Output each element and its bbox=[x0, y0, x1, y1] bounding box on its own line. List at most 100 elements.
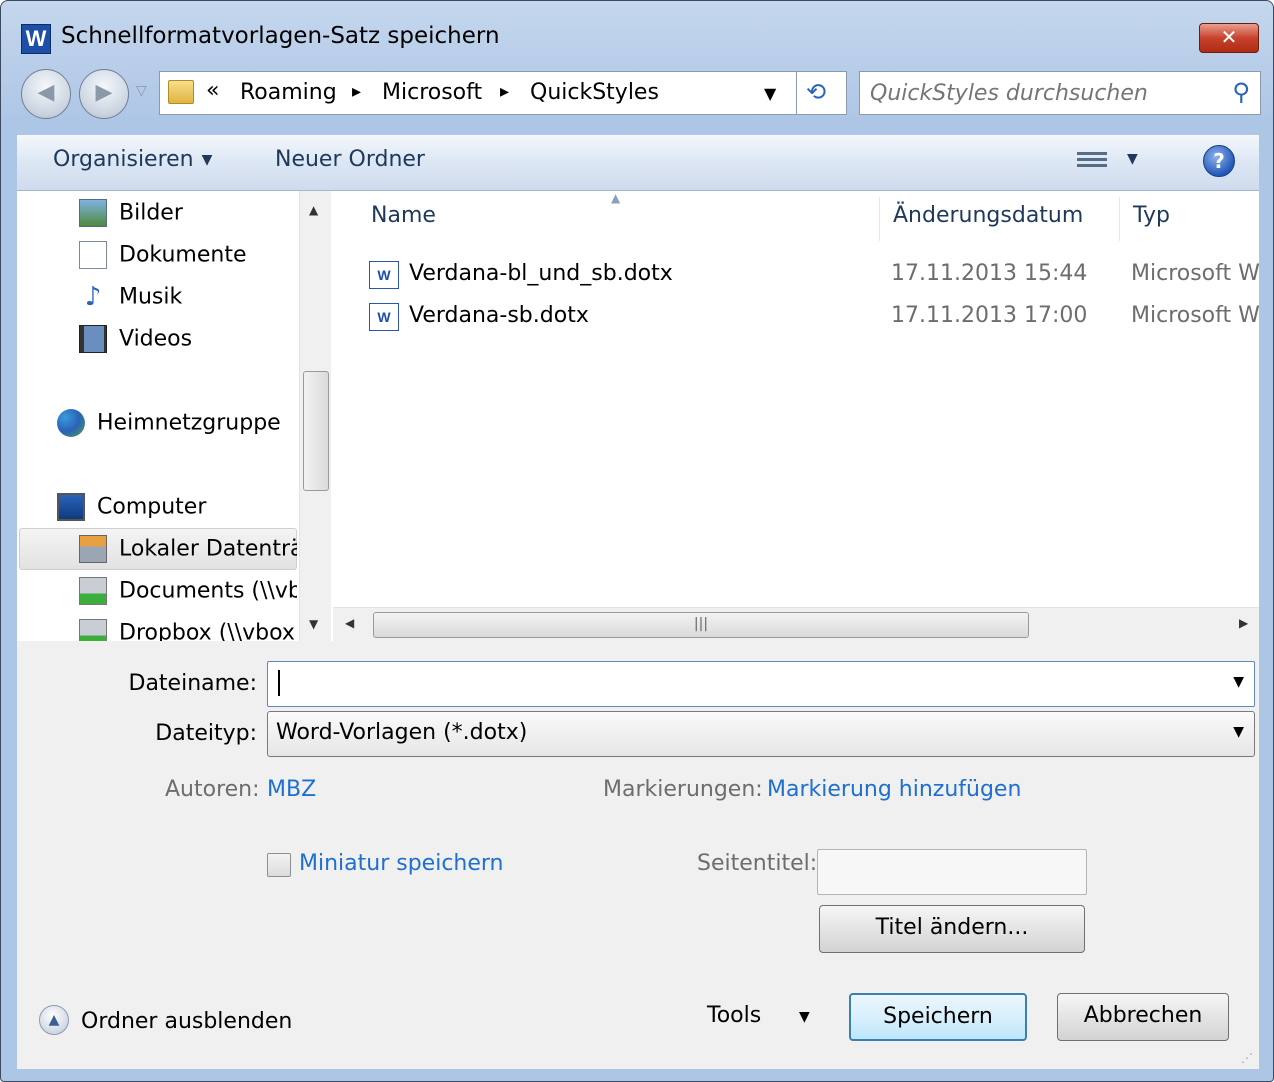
local-disk-icon bbox=[79, 535, 107, 563]
filetype-select[interactable]: Word-Vorlagen (*.dotx) ▼ bbox=[267, 711, 1255, 757]
save-button[interactable]: Speichern bbox=[849, 993, 1027, 1041]
nav-item-computer[interactable]: Computer bbox=[57, 493, 206, 529]
word-app-icon: W bbox=[21, 24, 51, 54]
authors-label: Autoren: bbox=[165, 777, 260, 802]
nav-item-label: Musik bbox=[119, 284, 183, 310]
help-icon[interactable]: ? bbox=[1203, 145, 1235, 177]
file-horizontal-scrollbar[interactable]: ◀ ||| ▶ bbox=[333, 607, 1259, 641]
filename-label: Dateiname: bbox=[128, 671, 258, 696]
cancel-button[interactable]: Abbrechen bbox=[1057, 993, 1229, 1041]
address-dropdown-icon[interactable]: ▼ bbox=[764, 84, 776, 103]
column-header-type[interactable]: Typ bbox=[1133, 203, 1170, 228]
nav-item-videos[interactable]: Videos bbox=[79, 325, 192, 361]
authors-link[interactable]: MBZ bbox=[267, 777, 316, 802]
music-icon: ♪ bbox=[84, 282, 102, 312]
save-thumbnail-label[interactable]: Miniatur speichern bbox=[299, 851, 504, 876]
homegroup-icon bbox=[57, 409, 85, 437]
nav-item-label: Documents (\\vb bbox=[119, 578, 297, 604]
word-document-icon: W bbox=[369, 261, 399, 289]
scroll-down-icon[interactable]: ▼ bbox=[309, 617, 318, 631]
file-date: 17.11.2013 15:44 bbox=[891, 261, 1088, 286]
breadcrumb-overflow[interactable]: « bbox=[206, 78, 219, 103]
nav-item-dropbox-share[interactable]: Dropbox (\\vbox bbox=[79, 619, 295, 641]
save-options-area: Dateiname: ▼ Dateityp: Word-Vorlagen (*.… bbox=[17, 641, 1259, 1069]
chevron-down-icon: ▼ bbox=[201, 152, 213, 168]
column-header-name[interactable]: Name bbox=[371, 203, 436, 228]
documents-icon bbox=[79, 241, 107, 269]
close-button[interactable]: ✕ bbox=[1199, 23, 1259, 53]
scroll-up-icon[interactable]: ▲ bbox=[309, 203, 318, 217]
breadcrumb-roaming[interactable]: Roaming bbox=[240, 80, 337, 105]
title-bar[interactable]: W Schnellformatvorlagen-Satz speichern ✕ bbox=[1, 1, 1273, 71]
nav-item-label: Dokumente bbox=[119, 242, 247, 268]
file-scroll-thumb[interactable]: ||| bbox=[373, 612, 1029, 638]
search-box[interactable]: ⚲ bbox=[859, 71, 1261, 115]
nav-item-documents[interactable]: Dokumente bbox=[79, 241, 246, 277]
organize-label: Organisieren bbox=[53, 147, 194, 172]
forward-arrow-icon: ▶ bbox=[95, 80, 113, 105]
change-title-button[interactable]: Titel ändern... bbox=[819, 905, 1085, 953]
filetype-value: Word-Vorlagen (*.dotx) bbox=[276, 720, 528, 745]
address-bar[interactable]: « Roaming ▸ Microsoft ▸ QuickStyles ▼ ⟲ bbox=[159, 71, 847, 115]
nav-item-label: Heimnetzgruppe bbox=[97, 410, 281, 436]
search-input[interactable] bbox=[870, 78, 1220, 108]
network-drive-icon bbox=[79, 577, 107, 605]
search-icon[interactable]: ⚲ bbox=[1232, 78, 1250, 106]
tags-label: Markierungen: bbox=[603, 777, 763, 802]
filetype-dropdown-icon[interactable]: ▼ bbox=[1233, 724, 1244, 740]
file-row[interactable]: W Verdana-bl_und_sb.dotx 17.11.2013 15:4… bbox=[369, 255, 1259, 295]
nav-item-label: Dropbox (\\vbox bbox=[119, 620, 295, 642]
nav-item-music[interactable]: ♪ Musik bbox=[79, 282, 183, 319]
tools-dropdown-icon[interactable]: ▼ bbox=[799, 1009, 810, 1025]
file-row[interactable]: W Verdana-sb.dotx 17.11.2013 17:00 Micro… bbox=[369, 297, 1259, 337]
file-date: 17.11.2013 17:00 bbox=[891, 303, 1088, 328]
filename-dropdown-icon[interactable]: ▼ bbox=[1233, 674, 1244, 690]
nav-item-homegroup[interactable]: Heimnetzgruppe bbox=[57, 409, 281, 445]
column-separator[interactable] bbox=[879, 197, 880, 241]
navigation-pane[interactable]: Bilder Dokumente ♪ Musik Videos Heimnetzg… bbox=[17, 191, 297, 641]
forward-button[interactable]: ▶ bbox=[79, 69, 129, 119]
scroll-right-icon[interactable]: ▶ bbox=[1239, 616, 1248, 630]
tools-button[interactable]: Tools bbox=[707, 1003, 761, 1028]
add-tag-link[interactable]: Markierung hinzufügen bbox=[767, 777, 1021, 802]
file-name: Verdana-sb.dotx bbox=[409, 303, 589, 328]
save-thumbnail-checkbox[interactable] bbox=[267, 853, 291, 877]
column-header-date[interactable]: Änderungsdatum bbox=[893, 203, 1083, 228]
recent-locations-dropdown[interactable]: ▽ bbox=[136, 83, 147, 99]
chevron-up-icon[interactable]: ▲ bbox=[39, 1005, 69, 1035]
refresh-icon[interactable]: ⟲ bbox=[806, 78, 826, 106]
nav-item-pictures[interactable]: Bilder bbox=[79, 199, 183, 235]
nav-item-local-disk[interactable]: Lokaler Datenträg bbox=[79, 535, 297, 571]
window-title: Schnellformatvorlagen-Satz speichern bbox=[61, 23, 500, 49]
breadcrumb-microsoft[interactable]: Microsoft bbox=[382, 80, 482, 105]
filename-input[interactable]: ▼ bbox=[267, 661, 1255, 707]
file-type: Microsoft Word bbox=[1131, 303, 1259, 328]
breadcrumb-arrow-icon[interactable]: ▸ bbox=[500, 81, 509, 102]
file-name: Verdana-bl_und_sb.dotx bbox=[409, 261, 673, 286]
pictures-icon bbox=[79, 199, 107, 227]
navigation-row: ◀ ▶ ▽ « Roaming ▸ Microsoft ▸ QuickStyle… bbox=[1, 69, 1273, 119]
scroll-left-icon[interactable]: ◀ bbox=[345, 616, 354, 630]
organize-button[interactable]: Organisieren ▼ bbox=[53, 147, 212, 172]
nav-vertical-scrollbar[interactable]: ▲ ▼ bbox=[299, 191, 331, 641]
videos-icon bbox=[79, 325, 107, 353]
nav-item-documents-share[interactable]: Documents (\\vb bbox=[79, 577, 297, 613]
save-dialog-window: W Schnellformatvorlagen-Satz speichern ✕… bbox=[0, 0, 1274, 1082]
file-list-pane[interactable]: ▲ Name Änderungsdatum Typ W Verdana-bl_u… bbox=[333, 191, 1259, 641]
resize-grip-icon[interactable]: ⋰ bbox=[1241, 1051, 1253, 1065]
view-dropdown-icon[interactable]: ▼ bbox=[1127, 151, 1138, 167]
nav-item-label: Lokaler Datenträg bbox=[119, 536, 297, 562]
folder-icon bbox=[168, 80, 194, 104]
nav-item-label: Videos bbox=[119, 326, 193, 352]
column-separator[interactable] bbox=[1119, 197, 1120, 241]
hide-folders-button[interactable]: Ordner ausblenden bbox=[81, 1009, 292, 1034]
sort-ascending-icon: ▲ bbox=[611, 191, 621, 205]
breadcrumb-arrow-icon[interactable]: ▸ bbox=[352, 81, 361, 102]
view-options-icon[interactable] bbox=[1077, 149, 1107, 173]
breadcrumb-quickstyles[interactable]: QuickStyles bbox=[530, 80, 659, 105]
new-folder-button[interactable]: Neuer Ordner bbox=[275, 147, 425, 172]
page-title-label: Seitentitel: bbox=[697, 851, 818, 876]
nav-scroll-thumb[interactable] bbox=[303, 371, 329, 491]
back-button[interactable]: ◀ bbox=[21, 69, 71, 119]
network-drive-icon bbox=[79, 619, 107, 641]
